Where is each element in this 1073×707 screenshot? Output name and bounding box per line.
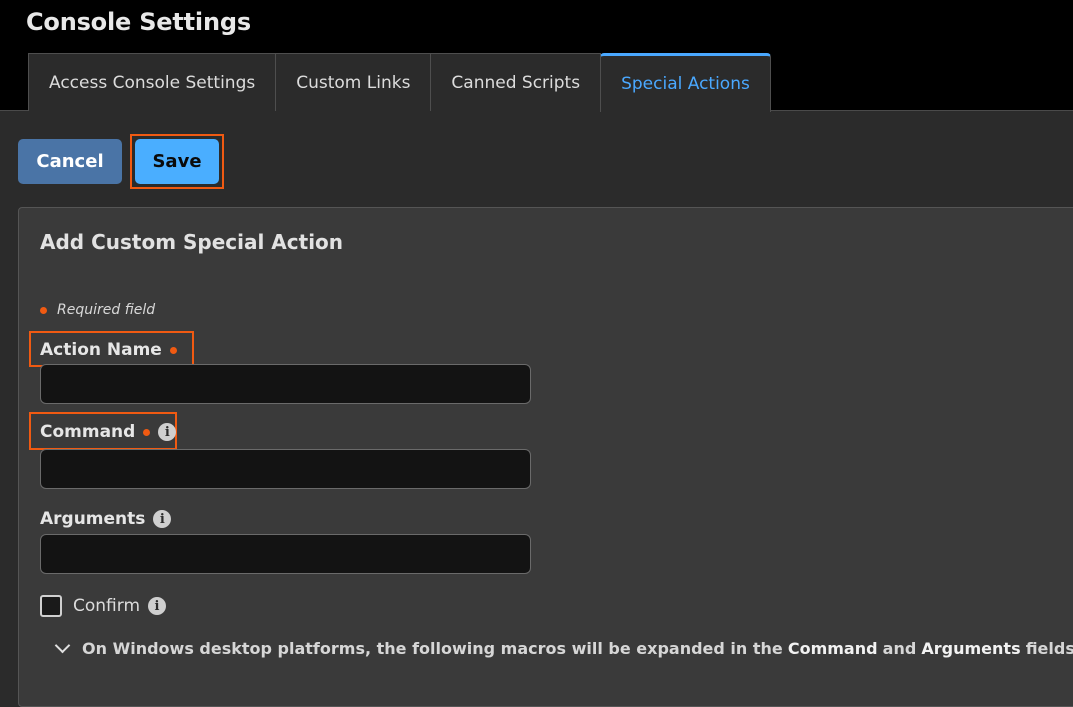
macros-arguments-word: Arguments: [921, 639, 1021, 658]
header-bar: Console Settings Access Console Settings…: [0, 0, 1073, 112]
confirm-row: Confirm i: [40, 595, 167, 617]
tab-canned-scripts[interactable]: Canned Scripts: [430, 53, 602, 111]
info-icon[interactable]: i: [148, 597, 167, 615]
save-button-highlight: Save: [130, 134, 224, 189]
page-title: Console Settings: [26, 8, 251, 36]
tab-special-actions[interactable]: Special Actions: [600, 53, 771, 112]
cancel-button[interactable]: Cancel: [18, 139, 122, 184]
command-label-text: Command: [40, 422, 136, 442]
tab-bar: Access Console Settings Custom Links Can…: [28, 53, 771, 112]
confirm-label: Confirm: [73, 596, 141, 616]
action-name-label-text: Action Name: [40, 340, 162, 360]
add-special-action-panel: Add Custom Special Action Required field…: [18, 207, 1073, 707]
macros-and-word: and: [882, 639, 917, 658]
action-name-input[interactable]: [40, 364, 531, 404]
macros-text-prefix: On Windows desktop platforms, the follow…: [82, 639, 783, 658]
required-dot-icon: [169, 346, 177, 354]
tab-access-console-settings[interactable]: Access Console Settings: [28, 53, 277, 111]
toolbar: Cancel Save: [18, 134, 224, 189]
arguments-label: Arguments i: [40, 509, 172, 529]
macros-text-suffix: fields:: [1025, 639, 1073, 658]
save-button[interactable]: Save: [135, 139, 219, 184]
tab-custom-links[interactable]: Custom Links: [275, 53, 432, 111]
required-field-text: Required field: [57, 302, 156, 318]
macros-command-word: Command: [787, 639, 878, 658]
macros-disclosure[interactable]: On Windows desktop platforms, the follow…: [54, 637, 1073, 658]
required-dot-icon: [143, 428, 151, 436]
command-label: Command i: [40, 422, 177, 442]
arguments-label-text: Arguments: [40, 509, 146, 529]
required-dot-icon: [40, 306, 47, 314]
info-icon[interactable]: i: [153, 510, 172, 528]
action-name-label: Action Name: [40, 340, 177, 360]
command-input[interactable]: [40, 449, 531, 489]
arguments-input[interactable]: [40, 534, 531, 574]
info-icon[interactable]: i: [158, 423, 177, 441]
chevron-down-icon: [54, 637, 71, 654]
confirm-checkbox[interactable]: [40, 595, 62, 617]
panel-title: Add Custom Special Action: [40, 230, 344, 254]
required-field-note: Required field: [40, 302, 155, 318]
